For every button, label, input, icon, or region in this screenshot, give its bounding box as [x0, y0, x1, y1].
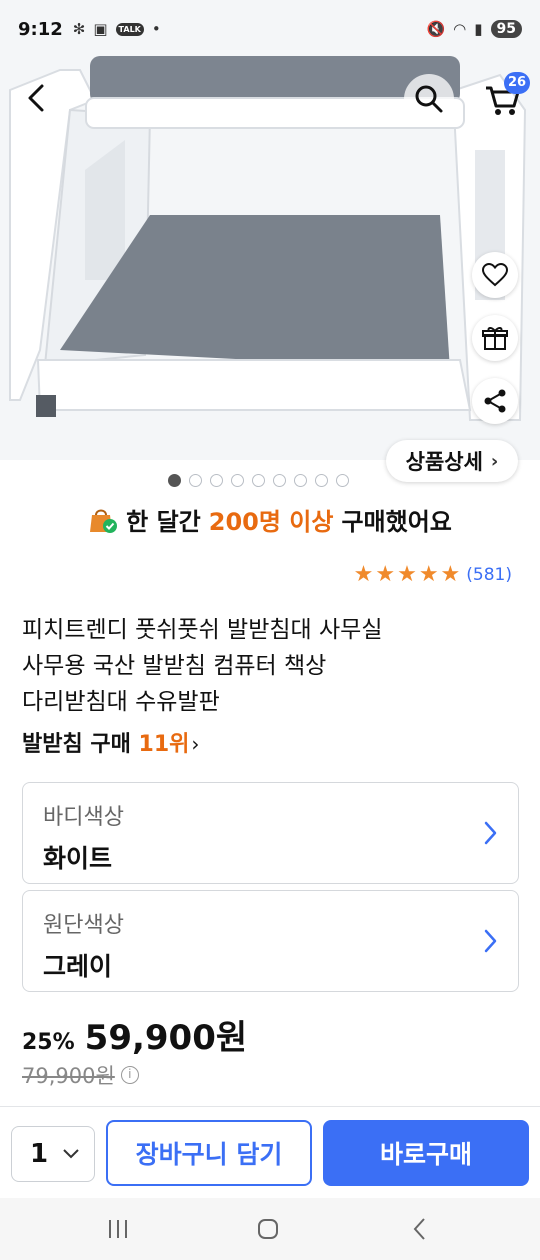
- signal-icon: ▮: [474, 20, 483, 38]
- chevron-right-icon: [484, 821, 497, 845]
- heart-icon: [482, 263, 508, 287]
- original-price: 79,900원: [22, 1064, 115, 1088]
- gift-icon: [482, 327, 508, 350]
- star-icon: ★: [397, 562, 417, 587]
- cart-count-badge: 26: [504, 72, 531, 94]
- bottom-action-bar: 1 장바구니 담기 바로구매: [0, 1106, 540, 1198]
- search-icon: [415, 85, 443, 113]
- carousel-dot[interactable]: [210, 474, 223, 487]
- mute-icon: 🔇: [426, 20, 446, 38]
- search-button[interactable]: [404, 74, 454, 124]
- recent-apps-icon: [109, 1220, 127, 1238]
- price-row: 25% 59,900원: [22, 1010, 247, 1059]
- option-label: 원단색상: [43, 913, 124, 938]
- shopping-bag-icon: [90, 509, 118, 533]
- top-nav: 26: [0, 70, 540, 126]
- chevron-right-icon: [484, 929, 497, 953]
- option-fabric-color[interactable]: 원단색상 그레이: [22, 890, 519, 992]
- wifi-icon: ◠: [453, 20, 467, 38]
- gift-button[interactable]: [472, 315, 518, 361]
- product-detail-button[interactable]: 상품상세 ›: [386, 440, 518, 482]
- rating[interactable]: ★ ★ ★ ★ ★ (581): [354, 564, 512, 586]
- purchase-prefix: 한 달간: [126, 508, 201, 536]
- sale-price: 59,900원: [84, 1018, 248, 1058]
- screenshot-icon: ▣: [93, 20, 108, 38]
- home-icon: [258, 1219, 278, 1239]
- rank-value: 11위: [138, 732, 190, 757]
- carousel-dot[interactable]: [252, 474, 265, 487]
- carousel-dot[interactable]: [315, 474, 328, 487]
- carousel-indicator: [168, 474, 349, 487]
- home-button[interactable]: [248, 1212, 288, 1246]
- carousel-dot[interactable]: [336, 474, 349, 487]
- quantity-value: 1: [30, 1139, 49, 1169]
- carousel-dot[interactable]: [273, 474, 286, 487]
- option-value: 그레이: [43, 952, 113, 981]
- product-title: 피치트렌디 풋쉬풋쉬 발받침대 사무실 사무용 국산 발받침 컴퓨터 책상 다리…: [22, 612, 522, 720]
- info-icon[interactable]: i: [120, 1066, 139, 1084]
- product-title-line: 사무용 국산 발받침 컴퓨터 책상: [22, 653, 327, 679]
- chevron-right-icon: ›: [490, 450, 499, 472]
- carousel-dot[interactable]: [189, 474, 202, 487]
- share-icon: [484, 389, 506, 413]
- rank-label: 발받침 구매: [22, 732, 131, 757]
- carousel-dot[interactable]: [231, 474, 244, 487]
- recent-apps-button[interactable]: [98, 1212, 138, 1246]
- share-button[interactable]: [472, 378, 518, 424]
- footrest-illustration: [0, 0, 540, 460]
- system-back-button[interactable]: [400, 1212, 440, 1246]
- buy-now-button[interactable]: 바로구매: [323, 1120, 529, 1186]
- product-title-line: 피치트렌디 풋쉬풋쉬 발받침대 사무실: [22, 617, 383, 643]
- discount-rate: 25%: [22, 1030, 75, 1055]
- add-to-cart-button[interactable]: 장바구니 담기: [106, 1120, 312, 1186]
- battery-level: 95: [490, 20, 522, 38]
- carousel-dot[interactable]: [168, 474, 181, 487]
- category-rank-link[interactable]: 발받침 구매 11위 ›: [22, 726, 199, 758]
- dot-icon: •: [151, 20, 161, 38]
- star-icon: ★: [440, 562, 461, 587]
- status-time: 9:12: [18, 18, 63, 40]
- product-image[interactable]: [0, 0, 540, 460]
- chevron-down-icon: [63, 1149, 79, 1159]
- back-arrow-icon: [28, 84, 44, 112]
- star-icon: ★: [353, 562, 374, 587]
- status-bar: 9:12 ✻ ▣ TALK • 🔇 ◠ ▮ 95: [0, 0, 540, 58]
- product-detail-label: 상품상세: [405, 450, 483, 474]
- star-icon: ★: [375, 562, 396, 587]
- back-chevron-icon: [413, 1218, 425, 1240]
- talk-icon: TALK: [115, 22, 144, 36]
- wishlist-button[interactable]: [472, 252, 518, 298]
- system-nav-bar: [0, 1198, 540, 1260]
- option-body-color[interactable]: 바디색상 화이트: [22, 782, 519, 884]
- quantity-select[interactable]: 1: [11, 1126, 95, 1182]
- star-icon: ★: [418, 562, 439, 587]
- original-price-row: 79,900원 i: [22, 1060, 139, 1090]
- purchase-highlight: 200명 이상: [208, 508, 334, 536]
- product-title-line: 다리받침대 수유발판: [22, 689, 220, 715]
- back-button[interactable]: [18, 76, 58, 120]
- purchase-count-banner: 한 달간 200명 이상 구매했어요: [0, 502, 540, 537]
- chevron-right-icon: ›: [191, 732, 200, 756]
- option-value: 화이트: [43, 844, 113, 873]
- review-count-link[interactable]: (581): [466, 565, 512, 585]
- carousel-dot[interactable]: [294, 474, 307, 487]
- purchase-suffix: 구매했어요: [341, 508, 452, 536]
- option-label: 바디색상: [43, 805, 124, 830]
- flower-icon: ✻: [72, 20, 86, 38]
